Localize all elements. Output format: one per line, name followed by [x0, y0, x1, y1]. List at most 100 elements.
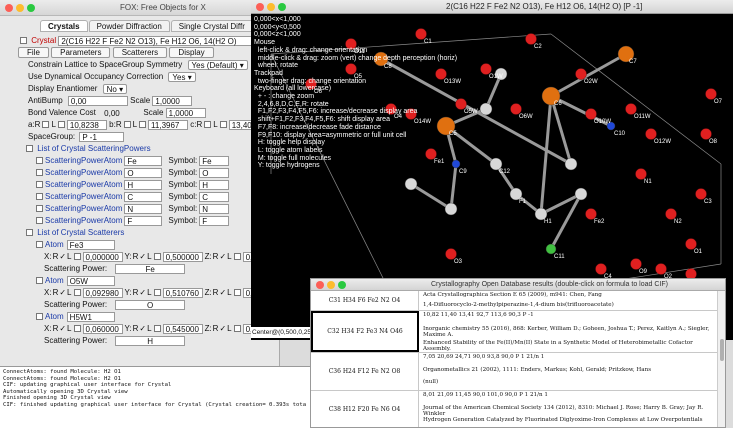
coord-y-label: Y:	[124, 252, 132, 261]
scattering-power-name-field[interactable]: N	[124, 203, 163, 214]
close-window-button[interactable]	[5, 4, 13, 12]
atom-label: O6W	[519, 114, 533, 120]
cod-result-row[interactable]: C36 H24 F12 Fe N2 O8 7,05 20,69 24,71 90,…	[311, 353, 717, 391]
coord-y-limit-checkbox[interactable]	[153, 325, 161, 332]
scattering-power-checkbox[interactable]	[36, 181, 43, 188]
symbol-field[interactable]: H	[199, 179, 230, 190]
maximize-3d-window-button[interactable]	[278, 3, 286, 11]
tab-single-crystal-diffraction[interactable]: Single Crystal Diffr	[170, 20, 253, 32]
coord-y-limit-checkbox[interactable]	[153, 253, 161, 260]
cod-formula-cell[interactable]: C31 H34 F6 Fe2 N2 O4	[311, 291, 419, 310]
lattice-c-refine-checkbox[interactable]	[204, 121, 212, 128]
lattice-b-limit-checkbox[interactable]	[139, 121, 147, 128]
antibump-field[interactable]: 0,00	[67, 95, 128, 106]
atom-label[interactable]: Atom	[45, 276, 64, 285]
atom-name-field[interactable]: Fe3	[66, 239, 115, 250]
symbol-field[interactable]: F	[199, 215, 230, 226]
scattering-power-label[interactable]: ScatteringPowerAtom	[45, 204, 122, 213]
scattering-power-name-field[interactable]: O	[124, 167, 163, 178]
powers-checkbox[interactable]	[26, 145, 33, 152]
enantiomer-select[interactable]: No ▾	[102, 83, 128, 94]
cod-result-row[interactable]: C32 H34 F2 Fe3 N4 O46 10,82 11,40 13,41 9…	[311, 311, 717, 353]
coord-y-field[interactable]: 0,500000	[162, 251, 203, 262]
cod-scrollbar[interactable]	[717, 291, 725, 427]
symbol-field[interactable]: C	[199, 191, 230, 202]
symbol-field[interactable]: O	[199, 167, 230, 178]
crystal-checkbox[interactable]	[20, 37, 27, 44]
bond-valence-scale-field[interactable]: 1,0000	[165, 107, 206, 118]
menu-display[interactable]: Display	[169, 47, 214, 59]
scattering-power-checkbox[interactable]	[36, 157, 43, 164]
atom-label[interactable]: Atom	[45, 312, 64, 321]
symbol-field[interactable]: N	[199, 203, 230, 214]
coord-x-limit-checkbox[interactable]	[73, 253, 81, 260]
minimize-window-button[interactable]	[16, 4, 24, 12]
scatterers-header[interactable]: List of Crystal Scatterers	[37, 228, 124, 237]
menu-parameters[interactable]: Parameters	[51, 47, 111, 59]
scattering-power-select[interactable]: H	[115, 335, 186, 346]
scattering-power-checkbox[interactable]	[36, 205, 43, 212]
scattering-power-label[interactable]: ScatteringPowerAtom	[45, 180, 122, 189]
maximize-cod-window-button[interactable]	[338, 281, 346, 289]
lattice-b-field[interactable]: 11,3967	[148, 119, 189, 130]
coord-y-field[interactable]: 0,510760	[162, 287, 203, 298]
symbol-field[interactable]: Fe	[199, 155, 230, 166]
scattering-power-select[interactable]: O	[115, 299, 186, 310]
atom-checkbox[interactable]	[36, 313, 43, 320]
scattering-power-label[interactable]: ScatteringPowerAtom	[45, 192, 122, 201]
atom-checkbox[interactable]	[36, 241, 43, 248]
atom-name-field[interactable]: O5W	[66, 275, 115, 286]
coord-x-field[interactable]: 0,092980	[82, 287, 123, 298]
close-3d-window-button[interactable]	[256, 3, 264, 11]
coord-x-field[interactable]: 0,000000	[82, 251, 123, 262]
coord-z-limit-checkbox[interactable]	[233, 325, 241, 332]
minimize-3d-window-button[interactable]	[267, 3, 275, 11]
lattice-a-limit-checkbox[interactable]	[57, 121, 65, 128]
scattering-power-label[interactable]: ScatteringPowerAtom	[45, 216, 122, 225]
lattice-c-limit-checkbox[interactable]	[219, 121, 227, 128]
scattering-power-name-field[interactable]: Fe	[124, 155, 163, 166]
scattering-power-label[interactable]: ScatteringPowerAtom	[45, 156, 122, 165]
cod-scrollbar-thumb[interactable]	[720, 339, 724, 361]
cod-formula-cell[interactable]: C32 H34 F2 Fe3 N4 O46	[311, 311, 419, 352]
atom-name-field[interactable]: H5W1	[66, 311, 115, 322]
close-cod-window-button[interactable]	[316, 281, 324, 289]
spacegroup-field[interactable]: P -1	[79, 131, 125, 142]
crystal-name-field[interactable]: 2(C16 H22 F Fe2 N2 O13), Fe H12 O6, 14(H…	[58, 35, 279, 46]
coord-y-limit-checkbox[interactable]	[153, 289, 161, 296]
menu-scatterers[interactable]: Scatterers	[112, 47, 168, 59]
tab-powder-diffraction[interactable]: Powder Diffraction	[88, 20, 170, 32]
scattering-power-name-field[interactable]: H	[124, 179, 163, 190]
coord-z-limit-checkbox[interactable]	[233, 289, 241, 296]
atom-checkbox[interactable]	[36, 277, 43, 284]
coord-x-limit-checkbox[interactable]	[73, 325, 81, 332]
scattering-power-checkbox[interactable]	[36, 169, 43, 176]
tab-crystals[interactable]: Crystals	[40, 20, 88, 32]
menu-file[interactable]: File	[18, 47, 49, 59]
scatterers-checkbox[interactable]	[26, 229, 33, 236]
antibump-scale-field[interactable]: 1,0000	[152, 95, 193, 106]
lattice-b-refine-checkbox[interactable]	[123, 121, 131, 128]
cod-formula-cell[interactable]: C36 H24 F12 Fe N2 O8	[311, 353, 419, 390]
coord-z-limit-checkbox[interactable]	[233, 253, 241, 260]
lattice-a-refine-checkbox[interactable]	[42, 121, 50, 128]
maximize-window-button[interactable]	[27, 4, 35, 12]
scattering-power-name-field[interactable]: C	[124, 191, 163, 202]
scattering-power-label[interactable]: ScatteringPowerAtom	[45, 168, 122, 177]
cod-formula-cell[interactable]: C38 H12 F20 Fe N6 O4	[311, 391, 419, 427]
powers-header[interactable]: List of Crystal ScatteringPowers	[37, 144, 150, 153]
atom-label[interactable]: Atom	[45, 240, 64, 249]
coord-y-field[interactable]: 0,545000	[162, 323, 203, 334]
minimize-cod-window-button[interactable]	[327, 281, 335, 289]
coord-x-field[interactable]: 0,060000	[82, 323, 123, 334]
constrain-lattice-select[interactable]: Yes (Default) ▾	[187, 59, 248, 70]
cod-result-row[interactable]: C38 H12 F20 Fe N6 O4 8,01 21,09 11,45 90,…	[311, 391, 717, 427]
coord-x-limit-checkbox[interactable]	[73, 289, 81, 296]
occupancy-select[interactable]: Yes ▾	[168, 71, 196, 82]
scattering-power-checkbox[interactable]	[36, 217, 43, 224]
scattering-power-select[interactable]: Fe	[115, 263, 186, 274]
lattice-a-field[interactable]: 10,8238	[66, 119, 107, 130]
cod-result-row[interactable]: C31 H34 F6 Fe2 N2 O4 Acta Crystallographi…	[311, 291, 717, 311]
scattering-power-name-field[interactable]: F	[124, 215, 163, 226]
scattering-power-checkbox[interactable]	[36, 193, 43, 200]
